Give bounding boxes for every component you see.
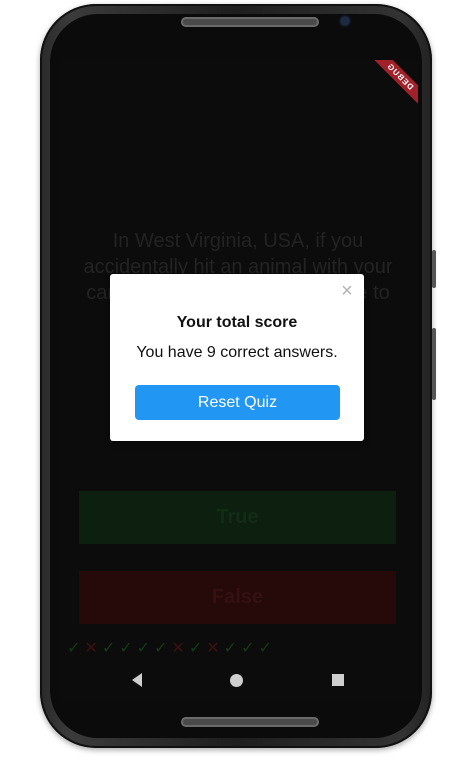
check-icon: ✓ bbox=[67, 640, 81, 657]
front-camera bbox=[341, 17, 349, 25]
cross-icon: ✕ bbox=[206, 640, 220, 657]
check-icon: ✓ bbox=[154, 640, 168, 657]
check-icon: ✓ bbox=[136, 640, 151, 657]
recent-apps-icon[interactable] bbox=[331, 674, 344, 686]
check-icon: ✓ bbox=[119, 640, 133, 657]
check-icon: ✓ bbox=[188, 640, 203, 657]
bottom-speaker bbox=[181, 717, 319, 727]
close-icon[interactable]: × bbox=[338, 281, 356, 301]
debug-banner: DEBUG bbox=[367, 60, 418, 110]
false-button[interactable]: False bbox=[79, 571, 396, 624]
home-icon[interactable] bbox=[230, 673, 244, 687]
volume-button[interactable] bbox=[432, 328, 436, 400]
power-button[interactable] bbox=[432, 250, 436, 288]
cross-icon: ✕ bbox=[84, 640, 98, 657]
check-icon: ✓ bbox=[101, 640, 116, 657]
check-icon: ✓ bbox=[258, 640, 272, 657]
dialog-message: You have 9 correct answers. bbox=[136, 344, 338, 361]
dialog-title: Your total score bbox=[176, 314, 298, 331]
android-nav-bar bbox=[58, 660, 418, 700]
check-icon: ✓ bbox=[241, 640, 255, 657]
check-icon: ✓ bbox=[223, 640, 238, 657]
score-keeper: ✓ ✕ ✓ ✓ ✓ ✓ ✕ ✓ ✕ ✓ ✓ ✓ bbox=[67, 640, 272, 658]
score-dialog: × Your total score You have 9 correct an… bbox=[110, 274, 364, 441]
top-speaker bbox=[181, 17, 319, 27]
cross-icon: ✕ bbox=[171, 640, 185, 657]
true-button[interactable]: True bbox=[79, 491, 396, 544]
back-icon[interactable] bbox=[132, 673, 143, 687]
reset-quiz-button[interactable]: Reset Quiz bbox=[135, 385, 340, 420]
